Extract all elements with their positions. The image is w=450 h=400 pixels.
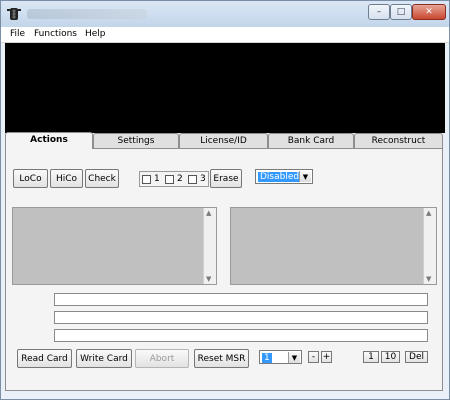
menu-help[interactable]: Help: [85, 29, 106, 39]
track-checkbox-group: 1 2 3: [139, 171, 209, 187]
menu-file[interactable]: File: [10, 29, 25, 39]
write-card-button[interactable]: Write Card: [76, 349, 132, 368]
left-listbox-scrollbar[interactable]: ▲ ▼: [203, 208, 216, 284]
track-1-checkbox[interactable]: [142, 175, 151, 184]
left-listbox[interactable]: ▲ ▼: [12, 207, 217, 285]
erase-mode-select[interactable]: Disabled ▼: [255, 169, 313, 184]
close-button[interactable]: ✕: [412, 4, 446, 20]
menu-functions[interactable]: Functions: [34, 29, 77, 39]
track-3-checkbox[interactable]: [188, 175, 197, 184]
track-2-field[interactable]: [54, 311, 428, 324]
read-card-button[interactable]: Read Card: [17, 349, 72, 368]
right-listbox[interactable]: ▲ ▼: [230, 207, 437, 285]
tab-bank-card[interactable]: Bank Card: [268, 133, 354, 148]
erase-mode-value: Disabled: [258, 172, 302, 182]
menu-bar: File Functions Help: [1, 27, 449, 43]
scroll-up-icon[interactable]: ▲: [206, 209, 211, 217]
tab-settings[interactable]: Settings: [93, 133, 179, 148]
check-button[interactable]: Check: [85, 169, 119, 188]
chevron-down-icon[interactable]: ▼: [299, 171, 311, 182]
traffic-light-icon: [7, 7, 21, 21]
tab-actions[interactable]: Actions: [5, 132, 93, 149]
ten-button[interactable]: 10: [381, 351, 400, 363]
loco-button[interactable]: LoCo: [13, 169, 48, 188]
abort-button[interactable]: Abort: [135, 349, 189, 368]
hico-button[interactable]: HiCo: [50, 169, 83, 188]
del-button[interactable]: Del: [405, 351, 428, 363]
count-value: 1: [262, 353, 272, 363]
scroll-up-icon[interactable]: ▲: [426, 209, 431, 217]
track-1-field[interactable]: [54, 293, 428, 306]
maximize-button[interactable]: □: [390, 4, 412, 20]
scroll-down-icon[interactable]: ▼: [206, 275, 211, 283]
plus-button[interactable]: +: [321, 351, 332, 363]
count-select[interactable]: 1 ▼: [259, 350, 302, 364]
tab-license-id[interactable]: License/ID: [179, 133, 268, 148]
tab-reconstruct[interactable]: Reconstruct: [354, 133, 443, 148]
track-2-checkbox[interactable]: [165, 175, 174, 184]
title-bar: – □ ✕: [1, 1, 449, 27]
right-listbox-scrollbar[interactable]: ▲ ▼: [423, 208, 436, 284]
minus-button[interactable]: -: [308, 351, 319, 363]
erase-button[interactable]: Erase: [210, 169, 242, 188]
minimize-button[interactable]: –: [368, 4, 390, 20]
scroll-down-icon[interactable]: ▼: [426, 275, 431, 283]
reset-msr-button[interactable]: Reset MSR: [194, 349, 249, 368]
track-1-label: 1: [154, 174, 160, 184]
track-2-label: 2: [177, 174, 183, 184]
output-display: [5, 43, 445, 133]
chevron-down-icon[interactable]: ▼: [288, 352, 300, 363]
track-3-label: 3: [200, 174, 206, 184]
app-window: – □ ✕ File Functions Help Actions Settin…: [0, 0, 450, 400]
window-title-blurred: [27, 9, 147, 19]
track-3-field[interactable]: [54, 329, 428, 342]
one-button[interactable]: 1: [363, 351, 379, 363]
